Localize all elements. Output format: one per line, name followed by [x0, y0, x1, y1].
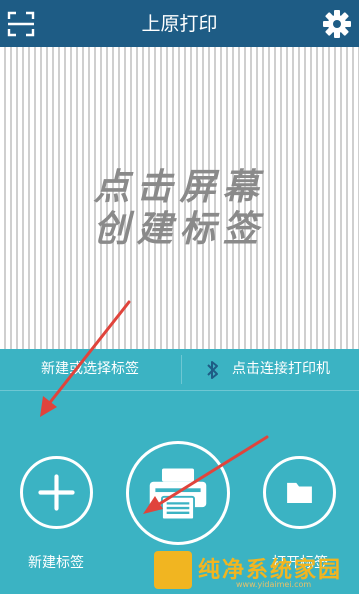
open-label-button[interactable]	[263, 456, 336, 529]
watermark-url: www.yidaimei.com	[236, 580, 312, 589]
connect-printer-label: 点击连接打印机	[232, 361, 330, 377]
label-canvas[interactable]: 点击屏幕 创建标签	[0, 47, 359, 349]
print-button[interactable]	[126, 441, 230, 545]
connect-printer-button[interactable]: 点击连接打印机	[182, 349, 359, 390]
panel-top-row: 新建或选择标签 点击连接打印机	[0, 349, 359, 391]
settings-button[interactable]	[321, 8, 353, 40]
printer-icon	[149, 468, 207, 521]
gear-icon	[323, 10, 351, 38]
watermark: 纯净系统家园 www.yidaimei.com	[150, 546, 359, 594]
new-label-button[interactable]	[20, 456, 93, 529]
plus-icon	[38, 474, 75, 511]
app-title: 上原打印	[141, 13, 218, 35]
canvas-hint-line2: 创建标签	[93, 208, 266, 250]
app-header: 上原打印	[0, 0, 359, 47]
folder-icon	[287, 482, 312, 504]
new-label-caption: 新建标签	[28, 555, 84, 571]
watermark-logo	[154, 551, 192, 589]
bluetooth-icon	[207, 361, 218, 379]
new-or-select-label-button[interactable]: 新建或选择标签	[0, 349, 180, 390]
